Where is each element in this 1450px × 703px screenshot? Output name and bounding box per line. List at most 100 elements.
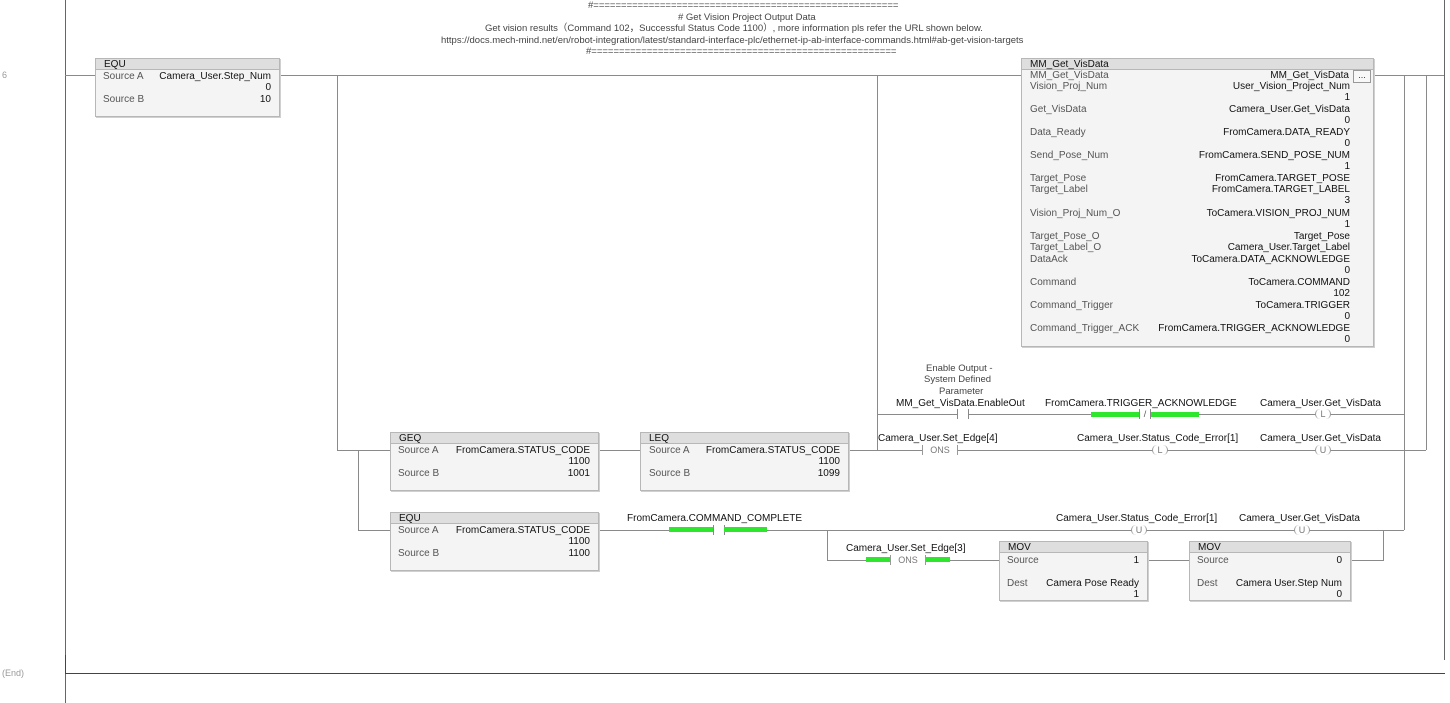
equ-step-block[interactable]: EQU Source A Camera_User.Step_Num 0 Sour… xyxy=(95,58,280,117)
branch3-wire-left xyxy=(358,530,390,531)
source-b-value[interactable]: 1001 xyxy=(568,468,590,479)
aoi-tag[interactable]: Camera_User.Target_Label xyxy=(1228,242,1350,253)
aoi-tag[interactable]: FromCamera.DATA_READY xyxy=(1223,127,1350,138)
source-a-tag[interactable]: Camera_User.Step_Num xyxy=(159,71,271,82)
ons-edge4[interactable]: ONS xyxy=(922,445,958,455)
aoi-tag[interactable]: ToCamera.TRIGGER xyxy=(1256,300,1350,311)
aoi-param: Target_Label_O xyxy=(1030,242,1102,253)
status-error-coil-tag[interactable]: Camera_User.Status_Code_Error[1] xyxy=(1056,513,1217,524)
comment-line-5: #=======================================… xyxy=(586,46,897,57)
aoi-tag[interactable]: ToCamera.VISION_PROJ_NUM xyxy=(1207,208,1350,219)
aoi-properties-button[interactable]: ... xyxy=(1353,70,1371,83)
block-title: GEQ xyxy=(399,433,422,444)
power-flow-indicator xyxy=(926,557,950,562)
source-b-value[interactable]: 1100 xyxy=(568,548,590,559)
dest-tag[interactable]: Camera Pose Ready xyxy=(1046,578,1139,589)
source-a-tag[interactable]: FromCamera.STATUS_CODE xyxy=(456,525,590,536)
latch-coil[interactable]: L xyxy=(1315,409,1331,419)
source-a-value: 1100 xyxy=(818,456,840,467)
latch-coil[interactable]: L xyxy=(1152,445,1168,455)
aoi-tag[interactable]: MM_Get_VisData xyxy=(1270,70,1349,81)
block-header xyxy=(391,433,598,444)
source-b-value[interactable]: 1099 xyxy=(818,468,840,479)
end-rung-label[interactable]: (End) xyxy=(2,668,24,678)
aoi-tag[interactable]: FromCamera.TARGET_LABEL xyxy=(1212,184,1350,195)
source-label: Source xyxy=(1007,555,1039,566)
aoi-param: Vision_Proj_Num_O xyxy=(1030,208,1121,219)
aoi-block-mm-get-visdata[interactable]: MM_Get_VisData ... MM_Get_VisData MM_Get… xyxy=(1021,58,1374,347)
enable-out-tag[interactable]: MM_Get_VisData.EnableOut xyxy=(896,398,1025,409)
source-a-tag[interactable]: FromCamera.STATUS_CODE xyxy=(456,445,590,456)
power-flow-indicator xyxy=(669,527,714,532)
geq-block[interactable]: GEQ Source A FromCamera.STATUS_CODE 1100… xyxy=(390,432,599,491)
aoi-tag[interactable]: FromCamera.TARGET_POSE xyxy=(1215,173,1350,184)
trigger-ack-nc-contact[interactable]: / xyxy=(1139,409,1151,419)
branch-vertical-b xyxy=(877,75,878,450)
aoi-param: MM_Get_VisData xyxy=(1030,70,1109,81)
enable-desc-1: Enable Output - xyxy=(926,363,993,374)
ons-edge3[interactable]: ONS xyxy=(890,555,926,565)
block-header xyxy=(391,513,598,524)
aoi-param: Command_Trigger xyxy=(1030,300,1113,311)
get-visdata-coil-tag[interactable]: Camera_User.Get_VisData xyxy=(1260,398,1381,409)
mov-camera-pose-ready[interactable]: MOV Source 1 Dest Camera Pose Ready 1 xyxy=(999,541,1148,601)
power-flow-indicator xyxy=(866,557,890,562)
block-title: MM_Get_VisData xyxy=(1030,59,1109,70)
comment-line-3: Get vision results（Command 102，Successfu… xyxy=(485,23,983,34)
rung-number[interactable]: 6 xyxy=(2,70,7,80)
left-power-rail xyxy=(65,0,66,703)
get-visdata-coil-tag[interactable]: Camera_User.Get_VisData xyxy=(1260,433,1381,444)
trigger-ack-tag[interactable]: FromCamera.TRIGGER_ACKNOWLEDGE xyxy=(1045,398,1237,409)
enable-desc-2: System Defined xyxy=(924,374,992,385)
aoi-tag[interactable]: ToCamera.DATA_ACKNOWLEDGE xyxy=(1191,254,1350,265)
aoi-value: 0 xyxy=(1344,115,1350,126)
end-rung-tick xyxy=(65,655,66,673)
main-rung-wire-right xyxy=(1373,75,1444,76)
aoi-tag[interactable]: FromCamera.TRIGGER_ACKNOWLEDGE xyxy=(1158,323,1350,334)
aoi-param: Get_VisData xyxy=(1030,104,1087,115)
block-title: MOV xyxy=(1198,542,1221,553)
branch-vertical-g xyxy=(1383,530,1384,560)
get-visdata-coil-tag[interactable]: Camera_User.Get_VisData xyxy=(1239,513,1360,524)
leq-block[interactable]: LEQ Source A FromCamera.STATUS_CODE 1100… xyxy=(640,432,849,491)
main-rung-wire xyxy=(279,75,1021,76)
aoi-value: 0 xyxy=(1344,265,1350,276)
aoi-tag[interactable]: Target_Pose xyxy=(1294,231,1350,242)
ons-edge3-tag[interactable]: Camera_User.Set_Edge[3] xyxy=(846,543,966,554)
dest-tag[interactable]: Camera User.Step Num xyxy=(1236,578,1342,589)
source-b-label: Source B xyxy=(398,548,440,559)
command-complete-tag[interactable]: FromCamera.COMMAND_COMPLETE xyxy=(627,513,802,524)
main-rung-wire-left xyxy=(65,75,95,76)
status-error-coil-tag[interactable]: Camera_User.Status_Code_Error[1] xyxy=(1077,433,1238,444)
equ-status-block[interactable]: EQU Source A FromCamera.STATUS_CODE 1100… xyxy=(390,512,599,571)
aoi-tag[interactable]: User_Vision_Project_Num xyxy=(1233,81,1350,92)
branch-vertical-a xyxy=(337,75,338,450)
aoi-value: 0 xyxy=(1344,334,1350,345)
block-title: MOV xyxy=(1008,542,1031,553)
aoi-param: Vision_Proj_Num xyxy=(1030,81,1108,92)
source-a-label: Source A xyxy=(649,445,690,456)
source-value[interactable]: 1 xyxy=(1133,555,1139,566)
comment-line-4: https://docs.mech-mind.net/en/robot-inte… xyxy=(441,35,1024,46)
enable-out-contact[interactable] xyxy=(957,409,969,419)
unlatch-coil[interactable]: U xyxy=(1294,525,1310,535)
source-value[interactable]: 0 xyxy=(1336,555,1342,566)
source-a-value: 1100 xyxy=(568,536,590,547)
dest-label: Dest xyxy=(1007,578,1028,589)
comment-line-1: #=======================================… xyxy=(588,0,899,11)
aoi-tag[interactable]: FromCamera.SEND_POSE_NUM xyxy=(1199,150,1350,161)
right-power-rail xyxy=(1444,0,1445,660)
comment-line-2: # Get Vision Project Output Data xyxy=(678,12,816,23)
unlatch-coil[interactable]: U xyxy=(1315,445,1331,455)
source-b-value[interactable]: 10 xyxy=(260,94,271,105)
ons-edge4-tag[interactable]: Camera_User.Set_Edge[4] xyxy=(878,433,998,444)
aoi-tag[interactable]: ToCamera.COMMAND xyxy=(1248,277,1350,288)
source-a-tag[interactable]: FromCamera.STATUS_CODE xyxy=(706,445,840,456)
branch-vertical-e xyxy=(358,450,359,530)
aoi-param: Command xyxy=(1030,277,1077,288)
unlatch-coil[interactable]: U xyxy=(1131,525,1147,535)
aoi-tag[interactable]: Camera_User.Get_VisData xyxy=(1229,104,1350,115)
aoi-param: DataAck xyxy=(1030,254,1068,265)
source-b-label: Source B xyxy=(398,468,440,479)
mov-step-num[interactable]: MOV Source 0 Dest Camera User.Step Num 0 xyxy=(1189,541,1351,601)
